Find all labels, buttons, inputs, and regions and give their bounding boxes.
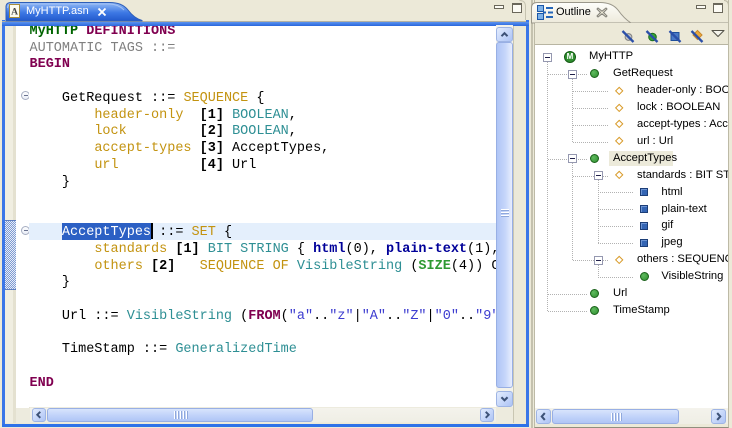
svg-text:A: A: [11, 8, 18, 18]
